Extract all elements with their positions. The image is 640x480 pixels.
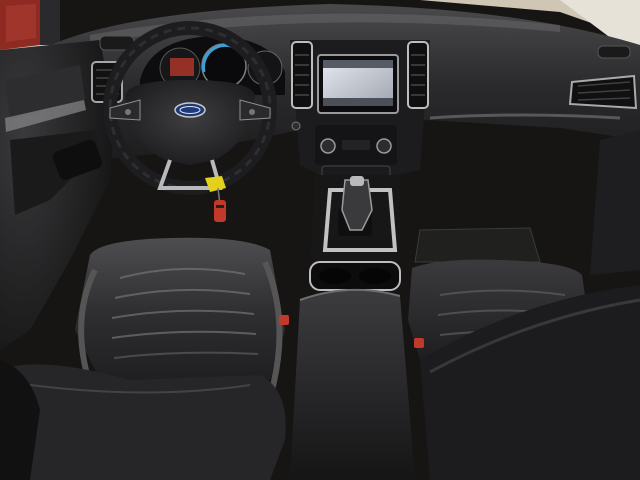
- right-corner-vent: [597, 45, 631, 59]
- passenger-seatbelt-buckle: [414, 338, 424, 348]
- driver-seat: [75, 237, 289, 391]
- center-stack: [290, 40, 430, 181]
- seatbelt-buckle: [279, 315, 289, 325]
- dash-button: [291, 121, 301, 131]
- volume-knob: [320, 138, 336, 154]
- driver-seat-cushion: [0, 364, 286, 480]
- center-armrest: [290, 289, 415, 480]
- car-interior-photo: [0, 0, 640, 480]
- cup-holders: [309, 261, 401, 291]
- passenger-floor-mat: [414, 227, 541, 263]
- tuning-knob: [376, 138, 392, 154]
- cluster-left-display: [170, 58, 194, 76]
- gear-shifter-console: [310, 175, 400, 260]
